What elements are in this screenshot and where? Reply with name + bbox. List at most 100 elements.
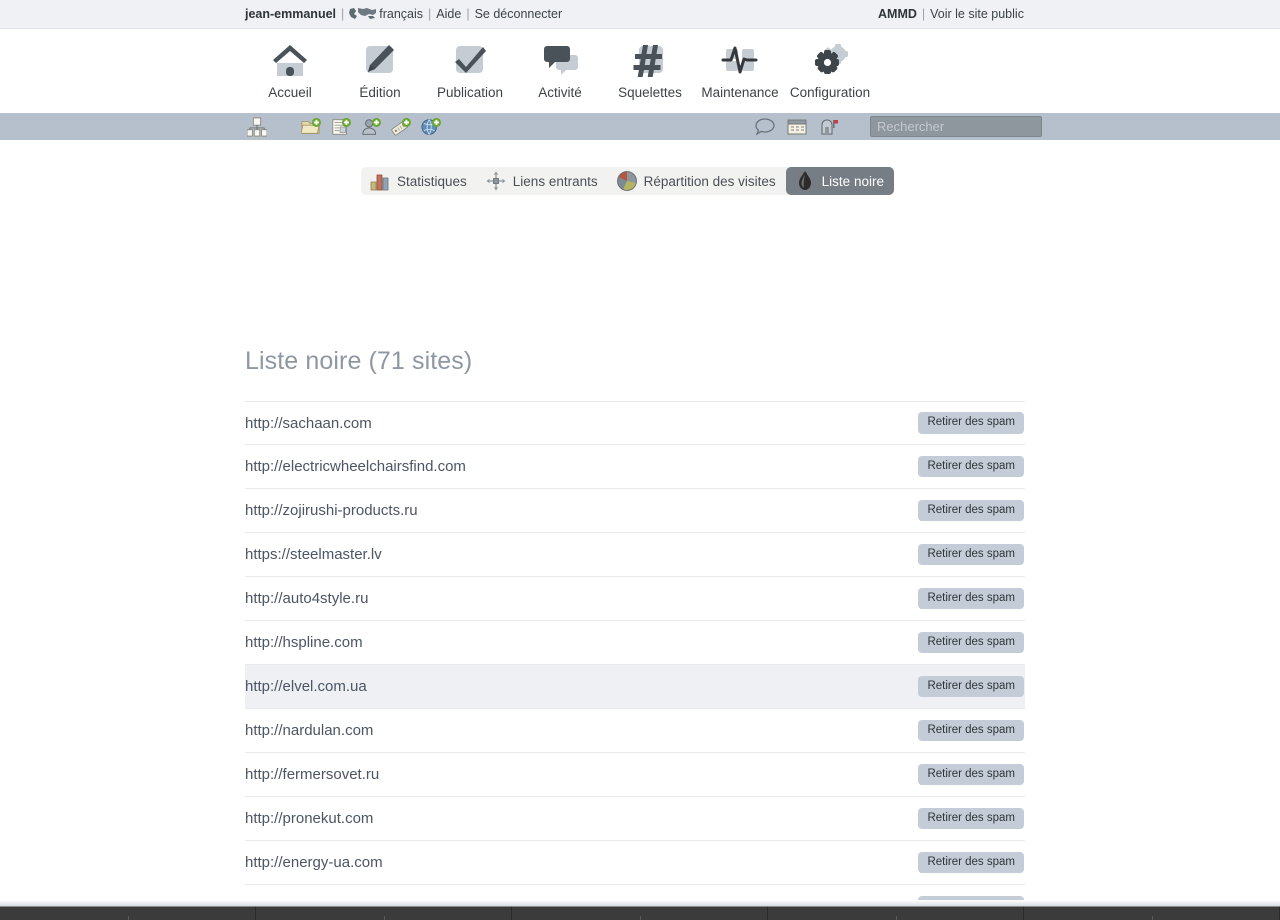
stats-tabbar: Statistiques Liens entrants Répartition …: [361, 167, 894, 195]
blacklist-url[interactable]: http://energy-ua.com: [245, 854, 383, 871]
blacklist-url[interactable]: https://steelmaster.lv: [245, 546, 382, 563]
separator: |: [428, 7, 432, 21]
remove-from-spam-button[interactable]: Retirer des spam: [918, 499, 1024, 522]
content-area: Statistiques Liens entrants Répartition …: [0, 140, 1280, 918]
taskbar-segment[interactable]: [1024, 907, 1280, 920]
nav-label: Maintenance: [701, 85, 779, 100]
blacklist-table: http://sachaan.com Retirer des spam http…: [245, 401, 1025, 920]
main-navigation: Accueil Édition Publication Activité Squ…: [0, 29, 1280, 113]
topbar-right-group: AMMD | Voir le site public: [878, 7, 1024, 21]
table-row: http://nardulan.com Retirer des spam: [245, 709, 1025, 753]
nav-item-maintenance[interactable]: Maintenance: [695, 29, 785, 100]
remove-from-spam-button[interactable]: Retirer des spam: [918, 631, 1024, 654]
nav-item-edition[interactable]: Édition: [335, 29, 425, 100]
home-icon: [268, 40, 312, 80]
bar-chart-icon: [369, 170, 391, 192]
blacklist-url[interactable]: http://pronekut.com: [245, 810, 373, 827]
remove-from-spam-button[interactable]: Retirer des spam: [918, 675, 1024, 698]
remove-from-spam-button[interactable]: Retirer des spam: [918, 455, 1024, 478]
hash-icon: [628, 40, 672, 80]
blacklist-url[interactable]: http://elvel.com.ua: [245, 678, 367, 695]
blacklist-url[interactable]: http://fermersovet.ru: [245, 766, 379, 783]
blacklist-url[interactable]: http://zojirushi-products.ru: [245, 502, 418, 519]
site-name: AMMD: [878, 7, 917, 21]
search-input[interactable]: [870, 116, 1042, 137]
separator: |: [466, 7, 470, 21]
nav-label: Squelettes: [618, 85, 682, 100]
tab-statistiques[interactable]: Statistiques: [361, 167, 477, 195]
tab-label: Répartition des visites: [643, 173, 776, 189]
table-row: http://fermersovet.ru Retirer des spam: [245, 753, 1025, 797]
view-public-site-link[interactable]: Voir le site public: [930, 7, 1024, 21]
separator: |: [341, 7, 345, 21]
nav-label: Configuration: [789, 85, 871, 100]
language-flag-icon[interactable]: [349, 7, 377, 20]
taskbar-segment[interactable]: [0, 907, 256, 920]
table-row: https://steelmaster.lv Retirer des spam: [245, 533, 1025, 577]
gear-icon: [808, 40, 852, 80]
nav-label: Publication: [436, 85, 504, 100]
help-link[interactable]: Aide: [436, 7, 461, 21]
mailbox-icon[interactable]: [819, 116, 839, 137]
main-nav-items: Accueil Édition Publication Activité Squ…: [245, 29, 875, 100]
calendar-icon[interactable]: [787, 116, 807, 137]
table-row: http://electricwheelchairsfind.com Retir…: [245, 445, 1025, 489]
toolbar-right-group: [755, 116, 1042, 137]
table-row: http://pronekut.com Retirer des spam: [245, 797, 1025, 841]
new-site-icon[interactable]: [421, 116, 441, 137]
table-row: http://elvel.com.ua Retirer des spam: [245, 665, 1025, 709]
pencil-edit-icon: [358, 40, 402, 80]
remove-from-spam-button[interactable]: Retirer des spam: [918, 412, 1024, 434]
tab-label: Statistiques: [397, 173, 467, 189]
nav-item-squelettes[interactable]: Squelettes: [605, 29, 695, 100]
table-row: http://sachaan.com Retirer des spam: [245, 401, 1025, 445]
blacklist-url[interactable]: http://nardulan.com: [245, 722, 373, 739]
current-user-name: jean-emmanuel: [245, 7, 337, 21]
language-link[interactable]: français: [379, 7, 423, 21]
nav-item-configuration[interactable]: Configuration: [785, 29, 875, 100]
tab-label: Liste noire: [821, 173, 884, 189]
tab-repartition-des-visites[interactable]: Répartition des visites: [608, 167, 786, 195]
tab-liens-entrants[interactable]: Liens entrants: [477, 167, 608, 195]
table-row: http://zojirushi-products.ru Retirer des…: [245, 489, 1025, 533]
blacklist-url[interactable]: http://auto4style.ru: [245, 590, 368, 607]
remove-from-spam-button[interactable]: Retirer des spam: [918, 851, 1024, 874]
new-article-icon[interactable]: [331, 116, 351, 137]
new-keyword-icon[interactable]: [391, 116, 411, 137]
pulse-icon: [718, 40, 762, 80]
blacklist-url[interactable]: http://electricwheelchairsfind.com: [245, 458, 466, 475]
blacklist-url[interactable]: http://sachaan.com: [245, 415, 372, 432]
nav-item-publication[interactable]: Publication: [425, 29, 515, 100]
table-row: http://energy-ua.com Retirer des spam: [245, 841, 1025, 885]
logout-link[interactable]: Se déconnecter: [475, 7, 563, 21]
blacklist-url[interactable]: http://hspline.com: [245, 634, 363, 651]
taskbar-segment[interactable]: [768, 907, 1024, 920]
page-title: Liste noire (71 sites): [245, 347, 473, 375]
nav-item-activite[interactable]: Activité: [515, 29, 605, 100]
remove-from-spam-button[interactable]: Retirer des spam: [918, 719, 1024, 742]
top-utility-bar: jean-emmanuel | français | Aide | Se déc…: [0, 0, 1280, 29]
separator: |: [921, 7, 926, 21]
nav-label: Édition: [359, 85, 401, 100]
nav-item-accueil[interactable]: Accueil: [245, 29, 335, 100]
remove-from-spam-button[interactable]: Retirer des spam: [918, 587, 1024, 610]
new-folder-icon[interactable]: [301, 116, 321, 137]
toolbar-left-group: [247, 116, 441, 137]
topbar-left-group: jean-emmanuel | français | Aide | Se déc…: [245, 7, 562, 21]
remove-from-spam-button[interactable]: Retirer des spam: [918, 807, 1024, 830]
nav-label: Activité: [538, 85, 582, 100]
tab-label: Liens entrants: [512, 173, 598, 189]
remove-from-spam-button[interactable]: Retirer des spam: [918, 763, 1024, 786]
speech-bubble-icon: [538, 40, 582, 80]
table-row: http://hspline.com Retirer des spam: [245, 621, 1025, 665]
remove-from-spam-button[interactable]: Retirer des spam: [918, 543, 1024, 566]
icon-toolbar: [0, 113, 1280, 140]
table-row: http://auto4style.ru Retirer des spam: [245, 577, 1025, 621]
new-author-icon[interactable]: [361, 116, 381, 137]
taskbar-segment[interactable]: [512, 907, 768, 920]
tab-liste-noire[interactable]: Liste noire: [785, 167, 894, 195]
os-taskbar[interactable]: [0, 906, 1280, 920]
sitemap-icon[interactable]: [247, 116, 267, 137]
taskbar-segment[interactable]: [256, 907, 512, 920]
comment-icon[interactable]: [755, 116, 775, 137]
